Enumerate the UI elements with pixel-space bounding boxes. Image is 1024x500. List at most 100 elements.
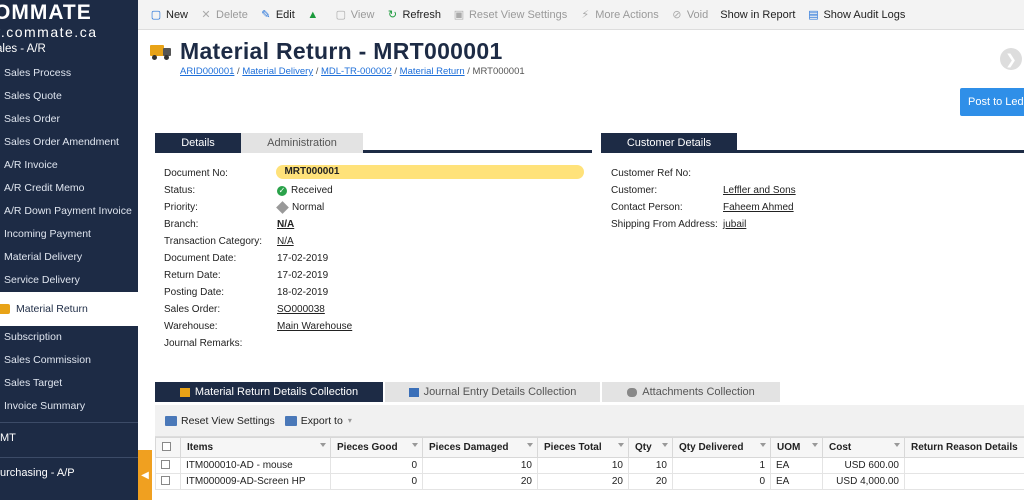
export-icon xyxy=(284,415,297,426)
more-actions-button[interactable]: ⚡ More Actions xyxy=(579,9,658,22)
select-all-checkbox[interactable] xyxy=(155,437,181,458)
logo: OMMATE w.commate.ca xyxy=(0,0,138,40)
sidebar-item-material-return[interactable]: Material Return xyxy=(0,292,138,326)
drive-button[interactable]: ▲ xyxy=(307,9,323,21)
filter-icon[interactable] xyxy=(760,443,766,451)
branch-value[interactable]: N/A xyxy=(277,216,294,233)
priority-icon xyxy=(276,201,289,214)
transaction-category-value[interactable]: N/A xyxy=(277,233,294,250)
void-icon: ⊘ xyxy=(672,9,682,21)
filter-icon[interactable] xyxy=(618,443,624,451)
sidebar-item-sales-process[interactable]: Sales Process xyxy=(0,62,138,85)
column-header-pieces-damaged[interactable]: Pieces Damaged xyxy=(422,437,538,458)
show-in-report-button[interactable]: Show in Report xyxy=(720,9,795,21)
grid-reset-view-button[interactable]: Reset View Settings xyxy=(165,415,275,427)
contact-person-value[interactable]: Faheem Ahmed xyxy=(723,199,794,216)
sidebar-item-incoming-payment[interactable]: Incoming Payment xyxy=(0,223,138,246)
row-checkbox[interactable] xyxy=(155,473,181,490)
filter-icon[interactable] xyxy=(412,443,418,451)
reset-view-icon: ▣ xyxy=(453,9,465,21)
return-date-value: 17-02-2019 xyxy=(277,270,329,281)
next-record-icon[interactable]: ❯ xyxy=(1000,48,1022,70)
tab-journal-entry-details[interactable]: Journal Entry Details Collection xyxy=(385,382,600,402)
tab-customer-details[interactable]: Customer Details xyxy=(601,133,737,153)
new-button[interactable]: ▢ New xyxy=(150,8,189,22)
breadcrumb-link-mdl[interactable]: MDL-TR-000002 xyxy=(321,66,392,77)
sidebar-item-material-delivery[interactable]: Material Delivery xyxy=(0,246,138,269)
filter-icon[interactable] xyxy=(320,443,326,451)
breadcrumb-link-material-delivery[interactable]: Material Delivery xyxy=(242,66,313,77)
document-date-label: Document Date: xyxy=(164,253,237,264)
show-audit-logs-label: Show Audit Logs xyxy=(823,8,906,21)
column-header-pieces-good[interactable]: Pieces Good xyxy=(330,437,423,458)
sidebar-collapse-button[interactable]: ◀ xyxy=(138,450,152,500)
cell-cost: USD 4,000.00 xyxy=(822,473,905,490)
folder-icon xyxy=(179,387,190,397)
grid-header-row: Items Pieces Good Pieces Damaged Pieces … xyxy=(155,437,1024,458)
sidebar-item-service-delivery[interactable]: Service Delivery xyxy=(0,269,138,292)
column-header-qty-delivered[interactable]: Qty Delivered xyxy=(672,437,771,458)
sidebar-item-ar-invoice[interactable]: A/R Invoice xyxy=(0,154,138,177)
customer-value[interactable]: Leffler and Sons xyxy=(723,182,796,199)
reset-view-icon xyxy=(165,415,177,426)
sidebar-item-ar-credit-memo[interactable]: A/R Credit Memo xyxy=(0,177,138,200)
details-tab-bar: Details Administration xyxy=(155,133,592,153)
edit-button[interactable]: ✎ Edit xyxy=(260,9,295,22)
truck-icon xyxy=(0,304,10,314)
post-to-ledger-button[interactable]: Post to Led xyxy=(960,88,1024,116)
return-date-label: Return Date: xyxy=(164,270,221,281)
sidebar-item-subscription[interactable]: Subscription xyxy=(0,326,138,349)
cell-pieces-good: 0 xyxy=(330,473,423,490)
sidebar: OMMATE w.commate.ca ales - A/R Sales Pro… xyxy=(0,0,138,500)
warehouse-value[interactable]: Main Warehouse xyxy=(277,318,352,335)
show-in-report-label: Show in Report xyxy=(720,8,796,21)
column-header-cost[interactable]: Cost xyxy=(822,437,905,458)
view-button[interactable]: ▢ View xyxy=(335,8,375,22)
new-button-label: New xyxy=(166,8,189,21)
table-row[interactable]: ITM000009-AD-Screen HP 0 20 20 20 0 EA U… xyxy=(155,473,1024,490)
column-header-pieces-total[interactable]: Pieces Total xyxy=(537,437,629,458)
column-header-uom[interactable]: UOM xyxy=(770,437,823,458)
sales-order-label: Sales Order: xyxy=(164,304,221,315)
details-grid: Items Pieces Good Pieces Damaged Pieces … xyxy=(155,437,1024,490)
filter-icon[interactable] xyxy=(812,443,818,451)
collection-tab-bar: Material Return Details Collection Journ… xyxy=(155,382,1024,402)
module-title[interactable]: ales - A/R xyxy=(0,40,138,62)
filter-icon[interactable] xyxy=(527,443,533,451)
void-button[interactable]: ⊘ Void xyxy=(671,9,708,22)
column-header-items[interactable]: Items xyxy=(180,437,331,458)
sidebar-item-sales-order-amendment[interactable]: Sales Order Amendment xyxy=(0,131,138,154)
tab-administration[interactable]: Administration xyxy=(241,133,363,153)
reset-view-settings-button[interactable]: ▣ Reset View Settings xyxy=(453,9,567,22)
filter-icon[interactable] xyxy=(894,443,900,451)
row-checkbox[interactable] xyxy=(155,457,181,474)
sidebar-item-sales-target[interactable]: Sales Target xyxy=(0,372,138,395)
tab-attachments[interactable]: Attachments Collection xyxy=(602,382,780,402)
filter-icon[interactable] xyxy=(662,443,668,451)
document-date-value: 17-02-2019 xyxy=(277,253,329,264)
show-audit-logs-button[interactable]: ▤ Show Audit Logs xyxy=(807,8,906,22)
column-header-qty[interactable]: Qty xyxy=(628,437,673,458)
sales-order-value[interactable]: SO000038 xyxy=(277,301,325,318)
sidebar-group-purchasing[interactable]: urchasing - A/P xyxy=(0,458,138,488)
view-button-label: View xyxy=(350,8,375,21)
sidebar-item-ar-down-payment-invoice[interactable]: A/R Down Payment Invoice xyxy=(0,200,138,223)
sidebar-item-invoice-summary[interactable]: Invoice Summary xyxy=(0,395,138,418)
cell-pieces-good: 0 xyxy=(330,457,423,474)
delete-button[interactable]: ✕ Delete xyxy=(200,9,247,22)
sidebar-group-mt[interactable]: MT xyxy=(0,423,138,453)
customer-tab-bar: Customer Details xyxy=(601,133,1024,153)
sidebar-item-sales-quote[interactable]: Sales Quote xyxy=(0,85,138,108)
tab-label: Material Return Details Collection xyxy=(194,386,359,398)
export-to-button[interactable]: Export to ▾ xyxy=(284,415,352,427)
sidebar-item-sales-commission[interactable]: Sales Commission xyxy=(0,349,138,372)
column-header-return-reason[interactable]: Return Reason Details xyxy=(904,437,1024,458)
breadcrumb-link-material-return[interactable]: Material Return xyxy=(400,66,465,77)
refresh-button[interactable]: ↻ Refresh xyxy=(386,9,441,22)
tab-details[interactable]: Details xyxy=(155,133,241,153)
tab-material-return-details[interactable]: Material Return Details Collection xyxy=(155,382,383,402)
sidebar-item-sales-order[interactable]: Sales Order xyxy=(0,108,138,131)
breadcrumb-link-arid[interactable]: ARID000001 xyxy=(180,66,234,77)
shipping-address-value[interactable]: jubail xyxy=(723,216,746,233)
table-row[interactable]: ITM000010-AD - mouse 0 10 10 10 1 EA USD… xyxy=(155,457,1024,474)
